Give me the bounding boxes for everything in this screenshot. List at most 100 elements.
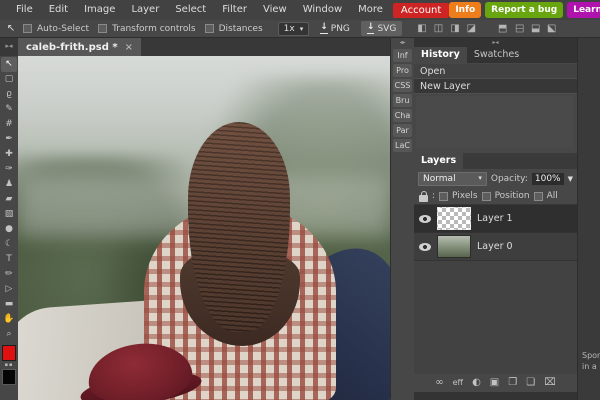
download-icon: ↓ xyxy=(367,23,375,34)
history-item-new-layer[interactable]: New Layer xyxy=(414,79,577,94)
zoom-tool[interactable]: ⌕ xyxy=(1,327,17,342)
path-select-tool[interactable]: ▷ xyxy=(1,282,17,297)
side-tab-layercomps[interactable]: LaC xyxy=(393,139,412,152)
menu-more[interactable]: More xyxy=(350,0,391,20)
menu-image[interactable]: Image xyxy=(76,0,123,20)
move-cursor-icon: ↖ xyxy=(4,23,18,34)
healing-tool[interactable]: ✚ xyxy=(1,147,17,162)
blend-mode-select[interactable]: Normal ▾ xyxy=(418,172,487,186)
sponsored-text: Spons in a ne xyxy=(582,350,600,372)
learn-button[interactable]: Learn xyxy=(567,2,600,18)
lock-options-row: : Pixels Position All xyxy=(414,188,577,204)
document-tab-bar: ▸◂ caleb-frith.psd * × xyxy=(0,38,390,56)
right-panel: ▸◂ History Swatches Open New Layer Layer… xyxy=(414,38,577,400)
tab-swatches[interactable]: Swatches xyxy=(467,47,526,63)
chevron-down-icon: ▾ xyxy=(300,25,304,33)
side-tab-info[interactable]: Inf xyxy=(393,49,412,62)
info-button[interactable]: Info xyxy=(449,2,481,18)
clone-stamp-tool[interactable]: ♟ xyxy=(1,177,17,192)
lock-all-checkbox[interactable] xyxy=(534,192,543,201)
background-color-swatch[interactable] xyxy=(2,369,16,385)
side-tab-css[interactable]: CSS xyxy=(393,79,412,92)
align-right-icon[interactable]: ◨ xyxy=(450,23,459,34)
transform-controls-label: Transform controls xyxy=(112,24,196,34)
menu-filter[interactable]: Filter xyxy=(214,0,255,20)
brush-tool[interactable]: ✑ xyxy=(1,162,17,177)
zoom-ratio-select[interactable]: 1x▾ xyxy=(278,22,310,36)
document-canvas[interactable] xyxy=(18,56,390,400)
align-left-icon[interactable]: ◧ xyxy=(417,23,426,34)
gradient-tool[interactable]: ▧ xyxy=(1,207,17,222)
rect-select-tool[interactable]: ▢ xyxy=(1,72,17,87)
toolbar-collapse-icon[interactable]: ▸◂ xyxy=(0,38,18,56)
auto-select-checkbox[interactable] xyxy=(23,24,32,33)
type-tool[interactable]: T xyxy=(1,252,17,267)
layer-row-layer0[interactable]: Layer 0 xyxy=(414,233,577,261)
align-center-horizontal-icon[interactable]: ◫ xyxy=(434,23,443,34)
new-layer-icon[interactable]: ❏ xyxy=(526,374,535,392)
menu-file[interactable]: File xyxy=(8,0,41,20)
side-tab-channels[interactable]: Cha xyxy=(393,109,412,122)
align-top-icon[interactable]: ◧ xyxy=(497,24,508,33)
lock-position-checkbox[interactable] xyxy=(482,192,491,201)
close-icon[interactable]: × xyxy=(125,42,133,53)
layer-row-layer1[interactable]: Layer 1 xyxy=(414,205,577,233)
menu-view[interactable]: View xyxy=(255,0,295,20)
lock-pixels-checkbox[interactable] xyxy=(439,192,448,201)
lock-pixels-label: Pixels xyxy=(452,191,478,201)
transform-controls-checkbox[interactable] xyxy=(98,24,107,33)
pen-tool[interactable]: ✏ xyxy=(1,267,17,282)
quick-select-tool[interactable]: ✎ xyxy=(1,102,17,117)
layers-list: Layer 1 Layer 0 xyxy=(414,204,577,374)
align-middle-icon[interactable]: ◫ xyxy=(514,24,525,33)
distribute-horizontal-icon[interactable]: ◪ xyxy=(467,23,476,34)
eraser-tool[interactable]: ▰ xyxy=(1,192,17,207)
menu-select[interactable]: Select xyxy=(167,0,214,20)
link-layers-icon[interactable]: ∞ xyxy=(435,374,443,392)
visibility-eye-icon[interactable] xyxy=(419,215,431,223)
history-item-open[interactable]: Open xyxy=(414,64,577,79)
delete-layer-icon[interactable]: ⌧ xyxy=(544,374,556,392)
account-button[interactable]: Account xyxy=(393,3,449,18)
visibility-eye-icon[interactable] xyxy=(419,243,431,251)
layer-effects-icon[interactable]: eff xyxy=(453,374,463,392)
blur-tool[interactable]: ● xyxy=(1,222,17,237)
document-tab[interactable]: caleb-frith.psd * × xyxy=(18,38,141,56)
side-tab-paragraph[interactable]: Par xyxy=(393,124,412,137)
report-bug-button[interactable]: Report a bug xyxy=(485,2,563,18)
shape-tool[interactable]: ▬ xyxy=(1,297,17,312)
panel-footer xyxy=(414,392,577,400)
hand-tool[interactable]: ✋ xyxy=(1,312,17,327)
opacity-dropdown-icon[interactable]: ▼ xyxy=(568,175,573,183)
lock-icon xyxy=(419,195,428,202)
foreground-color-swatch[interactable] xyxy=(2,345,16,361)
distribute-vertical-icon[interactable]: ◪ xyxy=(547,24,558,33)
move-tool[interactable]: ↖ xyxy=(1,57,17,72)
new-folder-icon[interactable]: ❐ xyxy=(508,374,517,392)
menu-window[interactable]: Window xyxy=(295,0,350,20)
crop-tool[interactable]: # xyxy=(1,117,17,132)
menu-edit[interactable]: Edit xyxy=(41,0,76,20)
distances-checkbox[interactable] xyxy=(205,24,214,33)
menu-bar: File Edit Image Layer Select Filter View… xyxy=(0,0,600,20)
history-panel-tabs: History Swatches xyxy=(414,47,577,63)
swap-colors-icon[interactable]: ▪▪ xyxy=(2,362,16,368)
panel-collapse-icon[interactable]: ▸◂ xyxy=(414,38,577,47)
panels-expand-icon[interactable]: ◂▸ xyxy=(391,38,414,47)
eyedropper-tool[interactable]: ✒ xyxy=(1,132,17,147)
tab-history[interactable]: History xyxy=(414,47,467,63)
export-svg-button[interactable]: ↓ SVG xyxy=(361,21,402,36)
tab-layers[interactable]: Layers xyxy=(414,153,463,169)
export-png-button[interactable]: ↓ PNG xyxy=(314,21,356,36)
layer-mask-icon[interactable]: ▣ xyxy=(490,374,499,392)
adjustment-layer-icon[interactable]: ◐ xyxy=(472,374,481,392)
side-tab-properties[interactable]: Pro xyxy=(393,64,412,77)
lasso-tool[interactable]: ϱ xyxy=(1,87,17,102)
align-bottom-icon[interactable]: ◨ xyxy=(530,24,541,33)
opacity-value[interactable]: 100% xyxy=(532,173,564,185)
menu-layer[interactable]: Layer xyxy=(123,0,167,20)
layer0-thumbnail[interactable] xyxy=(437,235,471,258)
side-tab-brush[interactable]: Bru xyxy=(393,94,412,107)
layer1-thumbnail[interactable] xyxy=(437,207,471,230)
dodge-tool[interactable]: ☾ xyxy=(1,237,17,252)
